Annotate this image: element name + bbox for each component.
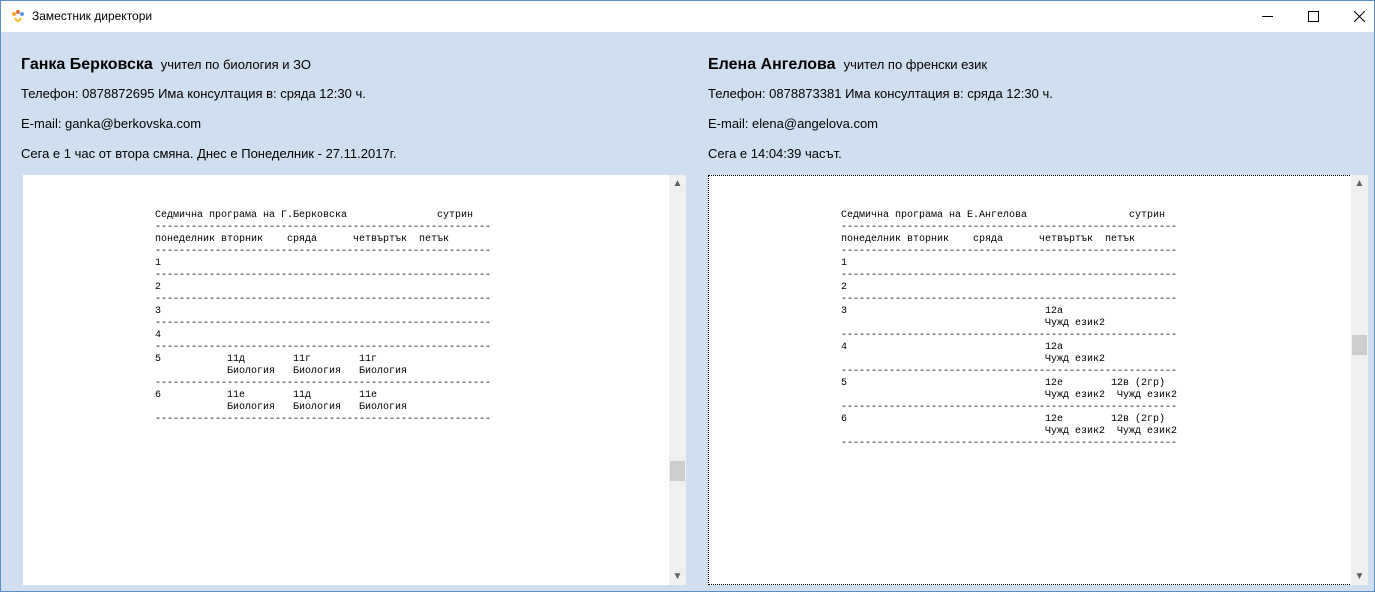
right-phone-line: Телефон: 0878873381 Има консултация в: с… xyxy=(708,86,1053,101)
right-scroll-thumb[interactable] xyxy=(1352,335,1367,355)
right-status-line: Сега е 14:04:39 часът. xyxy=(708,146,842,161)
minimize-icon xyxy=(1261,16,1273,17)
left-teacher-role: учител по биология и ЗО xyxy=(160,57,311,72)
right-scrollbar[interactable]: ▲ ▼ xyxy=(1351,175,1368,585)
right-schedule-view[interactable]: Седмична програма на Е.Ангелова сутрин -… xyxy=(708,175,1368,585)
scroll-up-icon[interactable]: ▲ xyxy=(669,175,686,192)
close-icon xyxy=(1353,11,1365,22)
scroll-down-icon[interactable]: ▼ xyxy=(669,568,686,585)
scroll-up-icon[interactable]: ▲ xyxy=(1351,175,1368,192)
left-schedule-text: Седмична програма на Г.Берковска сутрин … xyxy=(155,210,492,425)
minimize-button[interactable] xyxy=(1244,1,1290,32)
left-teacher-name: Ганка Берковска xyxy=(21,56,153,73)
close-button[interactable] xyxy=(1336,1,1375,32)
main-window: Заместник директори Ганка Берковска учите… xyxy=(0,0,1375,592)
left-scroll-thumb[interactable] xyxy=(670,461,685,481)
left-schedule-view[interactable]: Седмична програма на Г.Берковска сутрин … xyxy=(23,175,686,585)
maximize-icon xyxy=(1307,11,1319,22)
right-teacher-role: учител по френски език xyxy=(843,57,988,72)
title-bar[interactable]: Заместник директори xyxy=(1,1,1374,32)
left-phone-line: Телефон: 0878872695 Има консултация в: с… xyxy=(21,86,366,101)
window-title: Заместник директори xyxy=(32,9,153,23)
left-email-line: E-mail: ganka@berkovska.com xyxy=(21,116,202,131)
maximize-button[interactable] xyxy=(1290,1,1336,32)
scroll-down-icon[interactable]: ▼ xyxy=(1351,568,1368,585)
left-scrollbar[interactable]: ▲ ▼ xyxy=(669,175,686,585)
right-teacher-header: Елена Ангелова учител по френски език xyxy=(708,56,987,74)
right-schedule-text: Седмична програма на Е.Ангелова сутрин -… xyxy=(841,210,1178,449)
left-status-line: Сега е 1 час от втора смяна. Днес е Поне… xyxy=(21,146,397,161)
right-teacher-name: Елена Ангелова xyxy=(708,56,836,73)
right-email-line: E-mail: elena@angelova.com xyxy=(708,116,879,131)
left-teacher-header: Ганка Берковска учител по биология и ЗО xyxy=(21,56,311,74)
app-logo-icon xyxy=(11,10,24,23)
